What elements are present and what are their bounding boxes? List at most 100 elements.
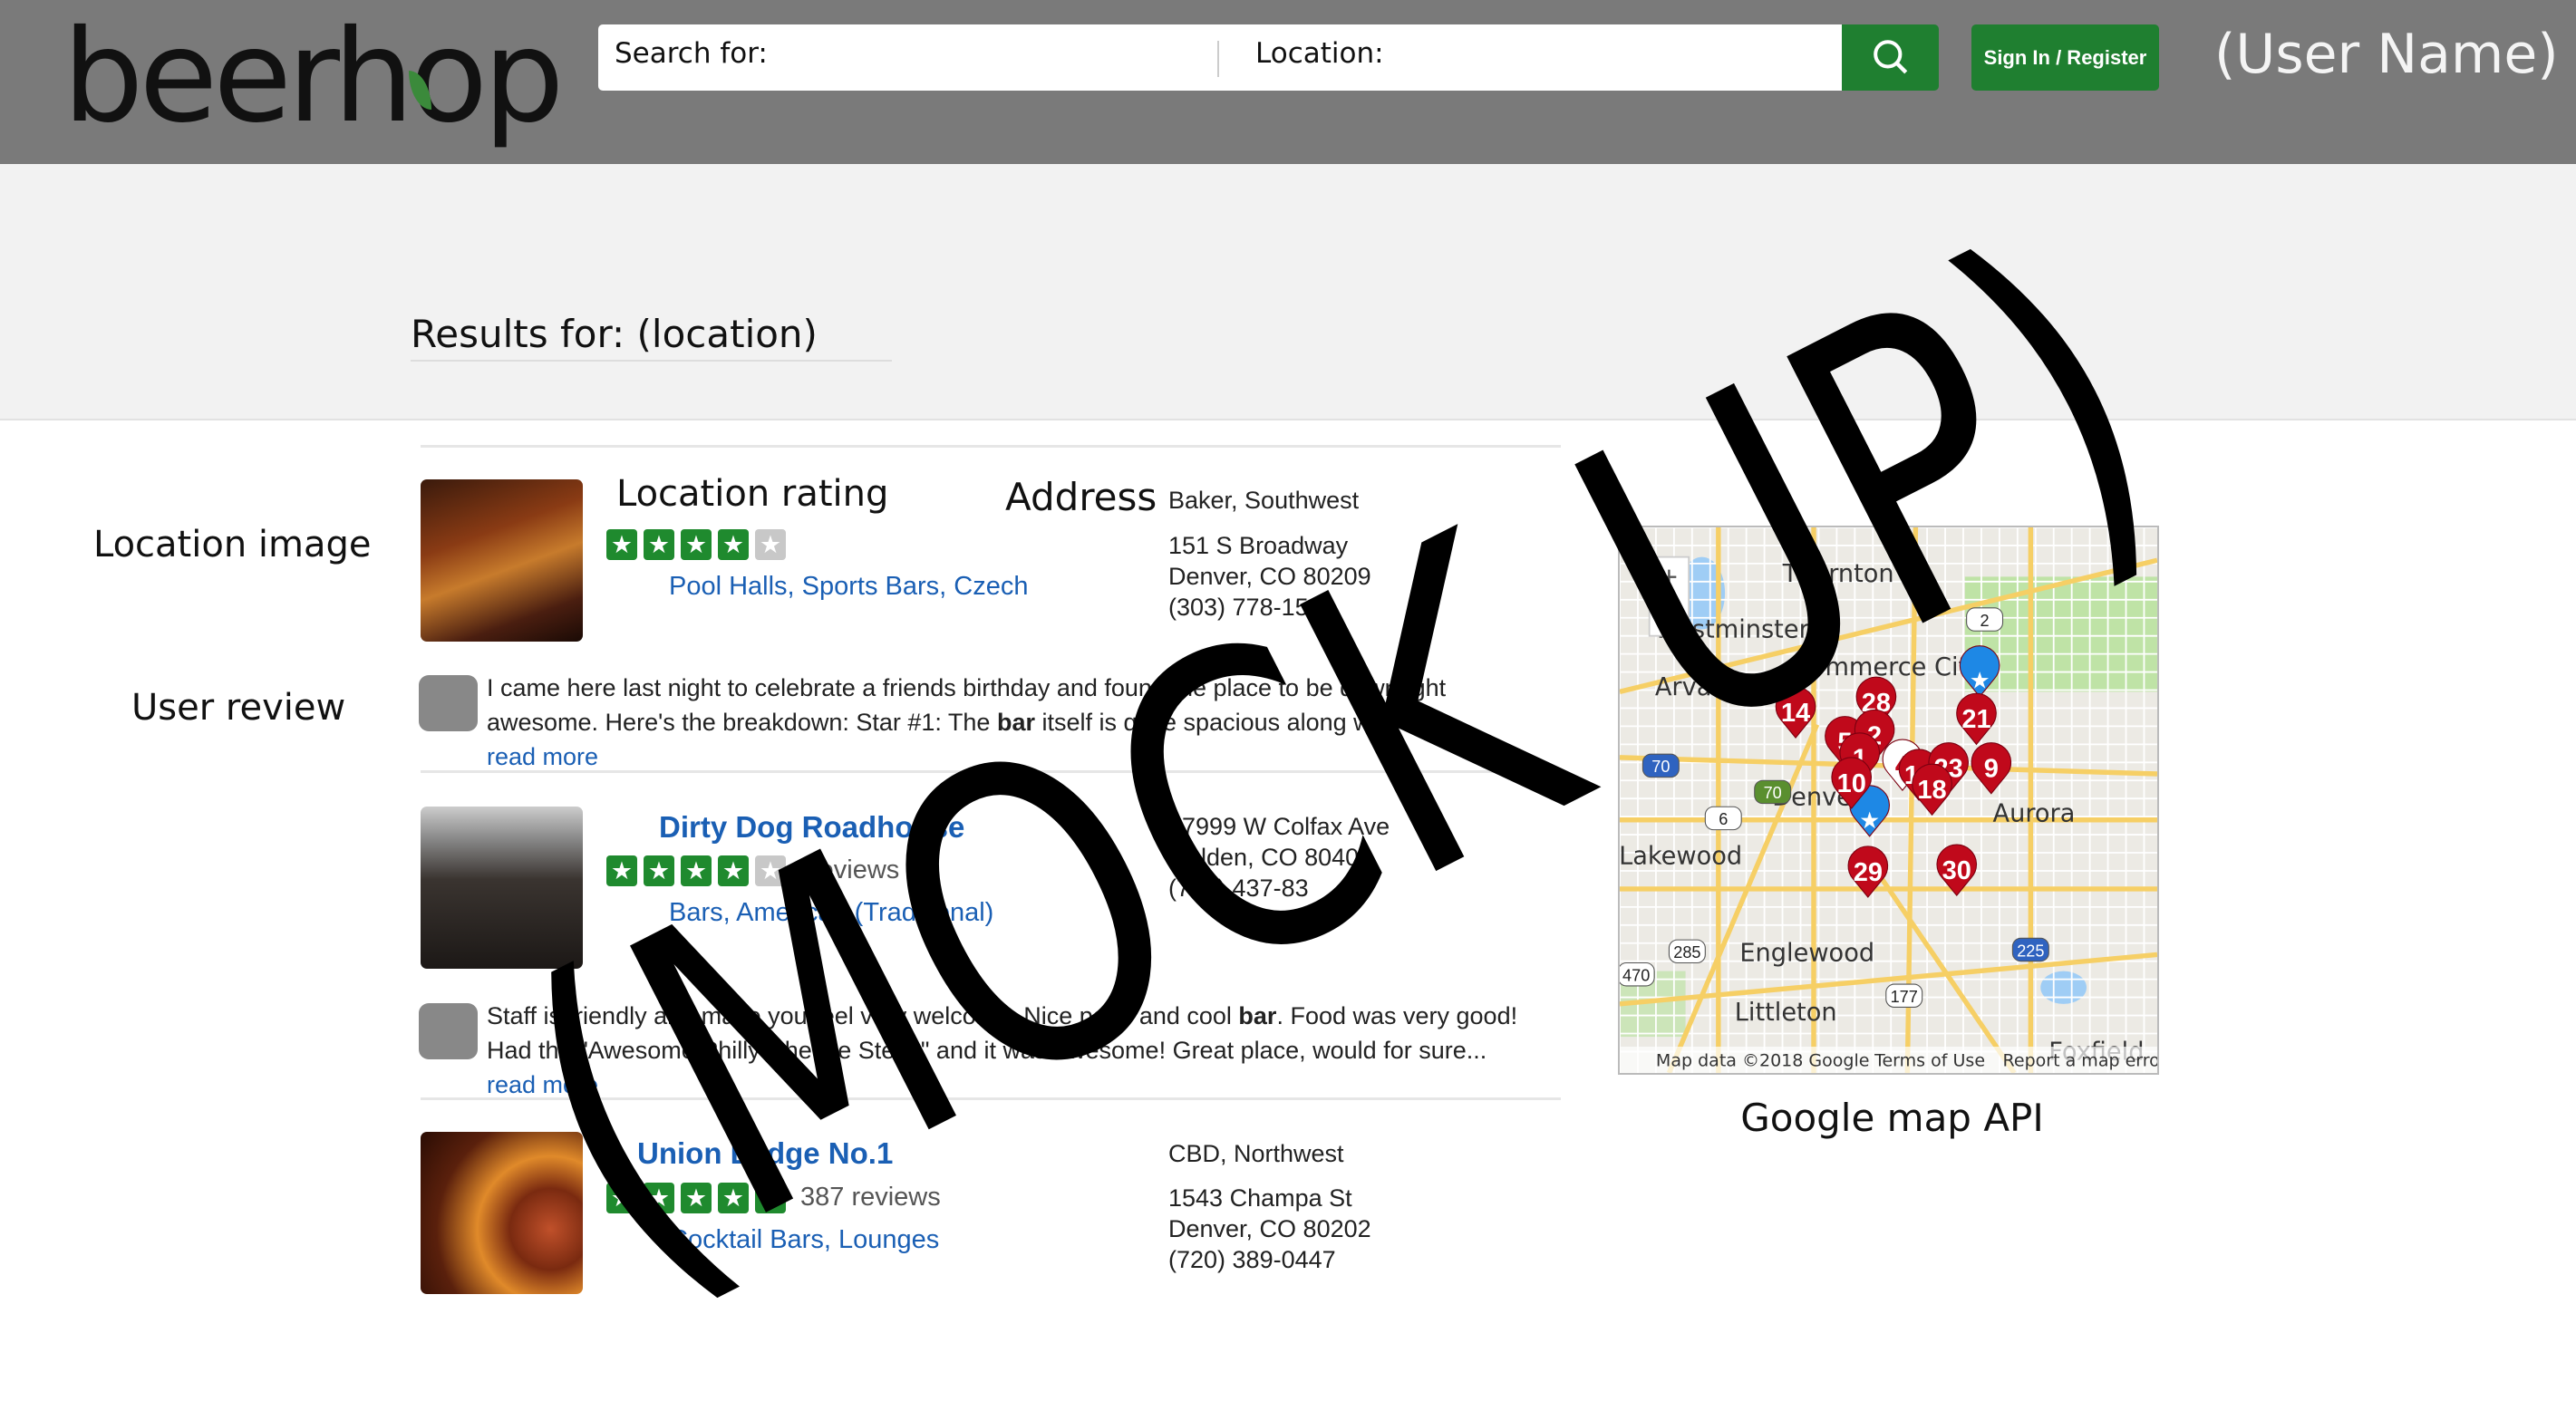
review-count[interactable]: 387 reviews	[800, 1183, 941, 1213]
neighborhood: Baker, Southwest	[1168, 487, 1360, 514]
location-image[interactable]	[421, 479, 583, 642]
star-icon: ★	[644, 1183, 674, 1213]
star-icon: ★	[755, 1183, 786, 1213]
place-label: Englewood	[1739, 940, 1874, 968]
neighborhood: CBD, Northwest	[1168, 1140, 1344, 1167]
read-more-link[interactable]: read more	[487, 743, 598, 770]
category-links[interactable]: Pool Halls, Sports Bars, Czech	[669, 572, 1028, 602]
map-pin-label: 30	[1942, 856, 1971, 885]
highway-number: 2	[1980, 612, 1990, 630]
map-footer-link[interactable]: Report a map error	[2003, 1051, 2157, 1071]
search-bar[interactable]: Search for: Location:	[598, 24, 1842, 91]
location-image-annotation: Location image	[93, 524, 372, 565]
star-icon: ★	[681, 855, 712, 886]
highway-number: 470	[1622, 966, 1650, 984]
user-name[interactable]: (User Name)	[2214, 23, 2559, 86]
divider	[421, 770, 1561, 773]
address: 151 S Broadway Denver, CO 80209 (303) 77…	[1168, 530, 1371, 623]
map-footer-link[interactable]: Terms of Use	[1874, 1051, 1985, 1071]
phone: (720) 389-0447	[1168, 1246, 1336, 1273]
review-text: Staff is friendly and make you feel very…	[487, 1002, 1239, 1029]
divider	[421, 445, 1561, 448]
place-label: Commerce City	[1793, 653, 1982, 681]
sign-in-register-button[interactable]: Sign In / Register	[1971, 24, 2159, 91]
street: 17999 W Colfax Ave	[1168, 813, 1390, 840]
search-for-input[interactable]: Search for:	[615, 37, 768, 70]
city: Denver, CO 80209	[1168, 563, 1371, 590]
map-canvas[interactable]: ThorntonWestminsterArvadaCommerce CityDe…	[1620, 527, 2157, 1073]
location-image[interactable]	[421, 807, 583, 969]
map-attribution: Map data ©2018 Google	[1656, 1051, 1870, 1071]
star-icon: ★	[718, 529, 749, 560]
place-label: Thornton	[1782, 560, 1894, 588]
review-count[interactable]: reviews	[810, 855, 899, 885]
category-links[interactable]: Bars, American (Traditional)	[669, 898, 993, 928]
highway-number: 177	[1891, 988, 1918, 1006]
logo[interactable]: beerhop	[63, 4, 565, 150]
highway-number: 70	[1764, 784, 1782, 802]
star-icon: ★	[644, 529, 674, 560]
star-rating: ★ ★ ★ ★ ★	[606, 1183, 786, 1213]
phone: (303) 778-1560	[1168, 594, 1336, 621]
location-rating-label: Location rating	[616, 473, 889, 515]
google-map-annotation: Google map API	[1740, 1096, 2044, 1140]
star-icon: ★	[644, 855, 674, 886]
google-map[interactable]: Thornton Westminster Arvada Commerce City De…	[1618, 526, 2159, 1075]
map-pin-label: 10	[1837, 769, 1866, 798]
street: 151 S Broadway	[1168, 532, 1349, 559]
star-icon: ★	[606, 855, 637, 886]
search-icon	[1874, 40, 1908, 74]
map-pin-label: 29	[1854, 858, 1883, 887]
review-text: itself is quite spacious along with the.…	[1034, 709, 1458, 736]
address: 1543 Champa St Denver, CO 80202 (720) 38…	[1168, 1183, 1371, 1275]
star-rating: ★ ★ ★ ★ ★	[606, 529, 786, 560]
zoom-in-button[interactable]: +	[1661, 559, 1678, 593]
location-input[interactable]: Location:	[1255, 37, 1384, 70]
city: Golden, CO 80401	[1168, 844, 1373, 871]
highway-number: 6	[1719, 810, 1728, 828]
highway-number: 70	[1651, 758, 1670, 776]
map-pin-label: 14	[1781, 699, 1810, 728]
star-rating: ★ ★ ★ ★ ★	[606, 855, 786, 886]
water	[2040, 971, 2087, 1004]
reviewer-avatar[interactable]	[419, 675, 478, 731]
listing-title-link[interactable]: Union Lodge No.1	[637, 1136, 893, 1171]
star-icon: ★	[755, 529, 786, 560]
listing-title-link[interactable]: Dirty Dog Roadhouse	[659, 810, 964, 845]
star-icon: ★	[718, 855, 749, 886]
user-review-annotation: User review	[131, 687, 346, 729]
page: beerhop Search for: Location: Sign In / …	[0, 0, 2576, 1401]
read-more-link[interactable]: read more	[487, 1071, 598, 1098]
results-band	[0, 164, 2576, 420]
review-highlight: bar	[1238, 1002, 1277, 1029]
phone: (720) 437-83	[1168, 874, 1309, 902]
star-icon: ★	[606, 529, 637, 560]
header: beerhop Search for: Location: Sign In / …	[0, 0, 2576, 164]
street: 1543 Champa St	[1168, 1184, 1352, 1212]
address: 17999 W Colfax Ave Golden, CO 80401 (720…	[1168, 811, 1390, 903]
review-snippet: I came here last night to celebrate a fr…	[487, 671, 1554, 774]
highway-number: 225	[2017, 942, 2044, 960]
search-button[interactable]	[1842, 24, 1939, 91]
place-label: Littleton	[1735, 999, 1837, 1027]
star-icon: ★	[606, 1183, 637, 1213]
address-heading: Address	[1005, 475, 1157, 519]
star-icon: ★	[681, 529, 712, 560]
reviewer-avatar[interactable]	[419, 1003, 478, 1059]
divider	[1217, 41, 1219, 77]
star-icon: ★	[1970, 669, 1990, 694]
map-pin-label: 9	[1984, 755, 1999, 784]
place-label: Lakewood	[1620, 843, 1742, 871]
map-pin-label: 21	[1961, 705, 1990, 734]
star-icon: ★	[755, 855, 786, 886]
location-image[interactable]	[421, 1132, 583, 1294]
highway-number: 285	[1673, 943, 1700, 961]
review-highlight: bar	[996, 709, 1035, 736]
star-icon: ★	[1859, 808, 1880, 834]
map-pin-label: 18	[1917, 776, 1946, 805]
place-label: Arvada	[1655, 673, 1742, 701]
place-label: Aurora	[1993, 800, 2076, 828]
star-icon: ★	[681, 1183, 712, 1213]
review-snippet: Staff is friendly and make you feel very…	[487, 999, 1554, 1102]
category-links[interactable]: Cocktail Bars, Lounges	[669, 1225, 939, 1255]
